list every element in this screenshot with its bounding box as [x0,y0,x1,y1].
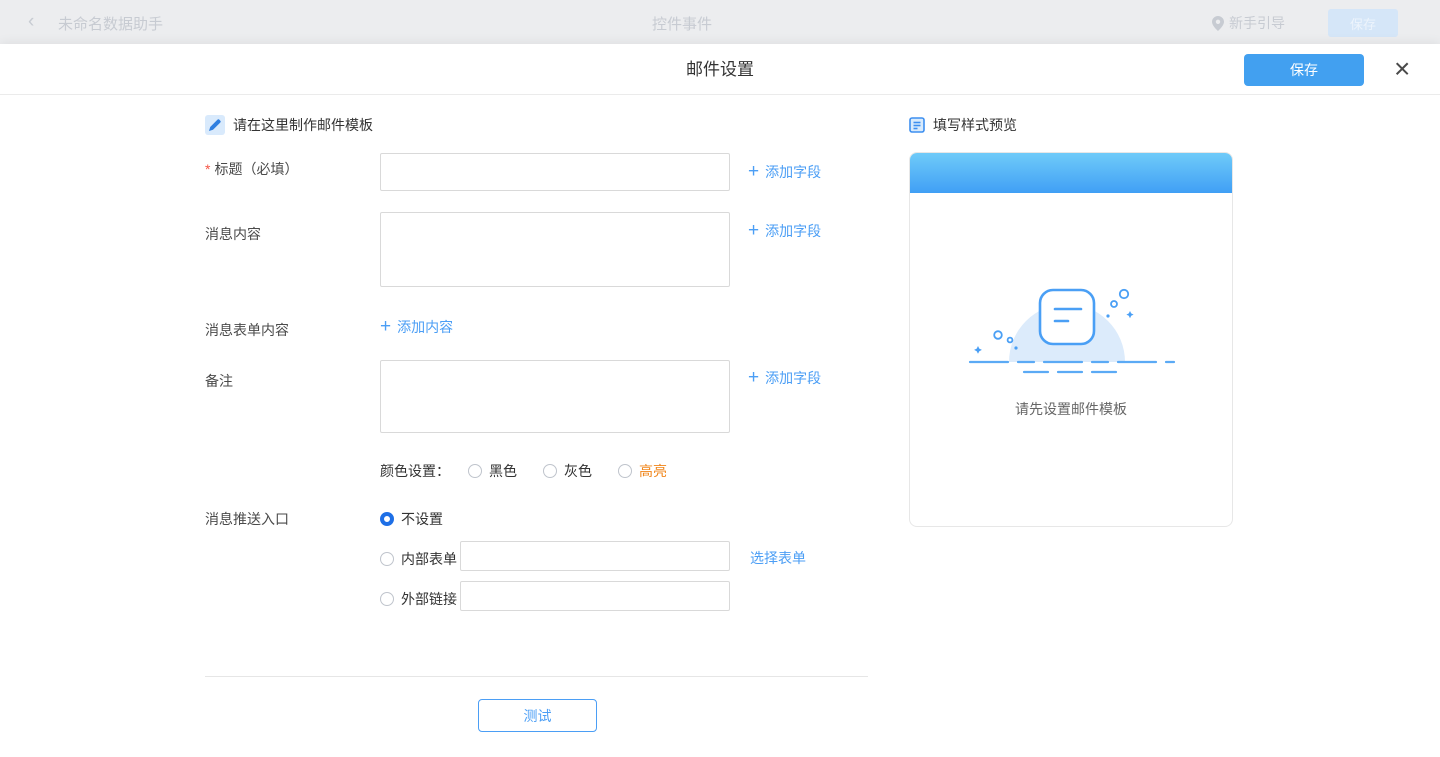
add-field-link-remark[interactable]: + 添加字段 [748,368,821,388]
color-option-black[interactable]: 黑色 [468,461,517,481]
form-content-label: 消息表单内容 [205,320,289,340]
radio-black[interactable] [468,464,482,478]
color-option-highlight-label: 高亮 [639,461,667,481]
push-option-external-label: 外部链接 [401,589,457,609]
preview-header: 填写样式预览 [909,115,1017,135]
plus-icon: + [380,318,391,336]
content-textarea[interactable] [380,212,730,287]
color-setting-row: 颜色设置： 黑色 灰色 高亮 [380,461,667,481]
title-label-text: 标题（必填） [214,161,298,177]
guide-label: 新手引导 [1229,13,1285,33]
save-button[interactable]: 保存 [1244,54,1364,86]
push-option-internal[interactable]: 内部表单 [380,549,457,569]
close-icon[interactable]: × [1394,51,1410,87]
location-pin-icon [1212,16,1224,31]
title-label: *标题（必填） [205,159,298,179]
plus-icon: + [748,163,759,181]
push-option-internal-label: 内部表单 [401,549,457,569]
preview-empty-text: 请先设置邮件模板 [910,399,1232,419]
template-section-title: 请在这里制作邮件模板 [233,115,373,135]
form-divider [205,676,868,677]
test-button[interactable]: 测试 [478,699,597,732]
radio-none-selected[interactable] [380,512,394,526]
radio-internal-form[interactable] [380,552,394,566]
add-content-label: 添加内容 [397,317,453,337]
back-icon[interactable]: ‹ [28,10,34,34]
preview-banner [910,153,1232,193]
radio-external-link[interactable] [380,592,394,606]
plus-icon: + [748,369,759,387]
add-field-label: 添加字段 [765,221,821,241]
add-field-label: 添加字段 [765,368,821,388]
color-option-gray[interactable]: 灰色 [543,461,592,481]
modal-title: 邮件设置 [0,44,1440,95]
add-field-link-content[interactable]: + 添加字段 [748,221,821,241]
choose-form-label: 选择表单 [750,548,806,568]
appbar-save-button: 保存 [1328,9,1398,37]
modal-header: 邮件设置 保存 × [0,44,1440,95]
remark-textarea[interactable] [380,360,730,433]
color-option-black-label: 黑色 [489,461,517,481]
push-option-none[interactable]: 不设置 [380,509,443,529]
app-tab-widget-events[interactable]: 控件事件 [652,13,712,34]
guide-button[interactable]: 新手引导 [1212,13,1285,33]
modal-body: 请在这里制作邮件模板 *标题（必填） + 添加字段 消息内容 + 添加字段 消息… [0,95,1440,757]
preview-title: 填写样式预览 [933,115,1017,135]
add-field-link-title[interactable]: + 添加字段 [748,162,821,182]
email-settings-modal: 邮件设置 保存 × 请在这里制作邮件模板 *标题（必填） + 添加字段 消息内容… [0,44,1440,757]
app-bar: ‹ 未命名数据助手 控件事件 新手引导 保存 [0,0,1440,44]
app-title: 未命名数据助手 [58,13,163,34]
radio-highlight[interactable] [618,464,632,478]
document-icon [909,117,925,133]
external-link-input[interactable] [460,581,730,611]
content-label: 消息内容 [205,224,261,244]
push-option-external[interactable]: 外部链接 [380,589,457,609]
color-option-highlight[interactable]: 高亮 [618,461,667,481]
email-template-empty-illustration [962,284,1182,379]
push-entrance-label: 消息推送入口 [205,509,289,529]
remark-label: 备注 [205,371,233,391]
internal-form-input[interactable] [460,541,730,571]
required-mark: * [205,161,210,177]
radio-gray[interactable] [543,464,557,478]
pencil-icon [205,115,225,135]
push-option-none-label: 不设置 [401,509,443,529]
color-option-gray-label: 灰色 [564,461,592,481]
choose-form-link[interactable]: 选择表单 [750,548,806,568]
add-content-link[interactable]: + 添加内容 [380,317,453,337]
add-field-label: 添加字段 [765,162,821,182]
plus-icon: + [748,222,759,240]
color-setting-label: 颜色设置： [380,461,450,481]
template-section-header: 请在这里制作邮件模板 [205,115,373,135]
title-input[interactable] [380,153,730,191]
preview-card: 请先设置邮件模板 [909,152,1233,527]
